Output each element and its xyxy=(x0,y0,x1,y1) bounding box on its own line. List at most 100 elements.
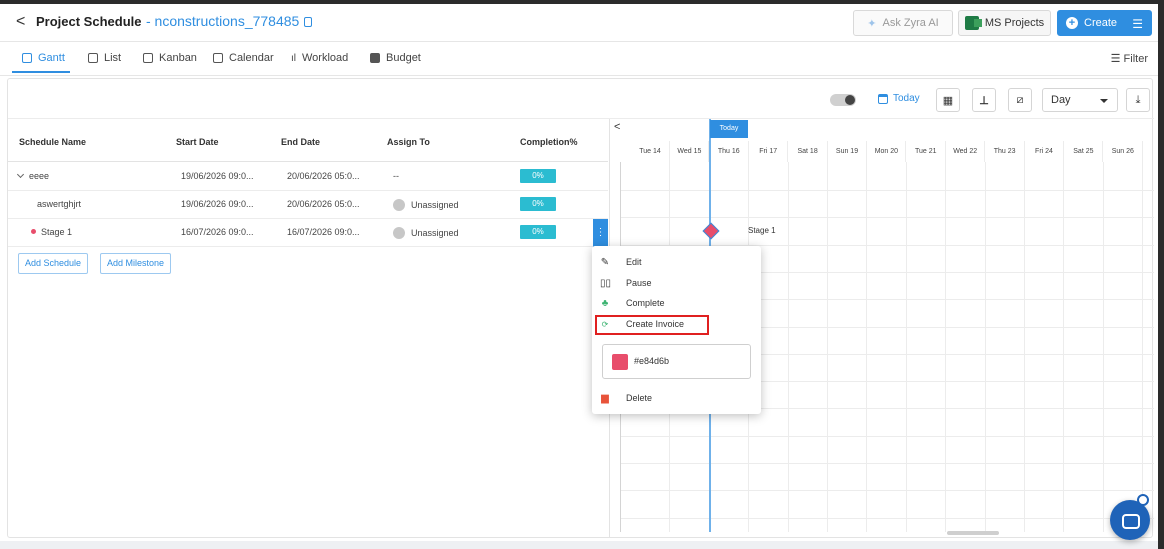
milestone-diamond[interactable] xyxy=(702,222,720,240)
ms-projects-button[interactable]: MS Projects xyxy=(958,10,1051,36)
tab-list[interactable]: List xyxy=(88,52,121,64)
assignee[interactable]: -- xyxy=(393,171,399,181)
timeline-prev-button[interactable]: < xyxy=(614,121,620,133)
col-completion: Completion% xyxy=(520,137,578,147)
tab-calendar[interactable]: Calendar xyxy=(213,52,274,64)
day-header: Mon 20 xyxy=(867,141,907,162)
add-milestone-button[interactable]: Add Milestone xyxy=(100,253,172,274)
ask-zyra-button[interactable]: ✦ Ask Zyra AI xyxy=(853,10,953,36)
tab-label: Calendar xyxy=(229,52,274,64)
project-name[interactable]: - nconstructions_778485 xyxy=(146,13,299,29)
calendar-icon: ▦ xyxy=(942,94,954,107)
assignee-label: Unassigned xyxy=(411,228,459,238)
end-date: 16/07/2026 09:0... xyxy=(287,227,360,237)
row-name: Stage 1 xyxy=(41,227,73,237)
color-hex-value: #e84d6b xyxy=(634,356,670,366)
copy-icon[interactable] xyxy=(304,17,313,27)
menu-item-complete[interactable]: ♣ Complete xyxy=(600,295,665,311)
col-assign-to: Assign To xyxy=(387,137,430,147)
day-header: Thu 16 xyxy=(710,141,749,162)
menu-label: Delete xyxy=(626,393,653,403)
schedule-name[interactable]: aswertghjrt xyxy=(37,199,81,209)
completion-badge: 0% xyxy=(520,169,556,183)
highlight-box xyxy=(595,315,709,335)
gantt-panel: Today ▦ ⊥ ⧄ Day ⤓ Schedule Name Start Da… xyxy=(7,78,1154,538)
tab-budget[interactable]: Budget xyxy=(370,52,421,64)
avatar-icon xyxy=(393,227,405,239)
today-button[interactable]: Today xyxy=(878,93,920,104)
color-swatch[interactable] xyxy=(612,354,628,370)
avatar-icon xyxy=(393,199,405,211)
tab-label: Gantt xyxy=(38,52,65,64)
day-header: Wed 15 xyxy=(670,141,710,162)
table-row[interactable]: eeee 19/06/2026 09:0... 20/06/2026 05:0.… xyxy=(8,163,608,191)
menu-icon[interactable]: ☰ xyxy=(1132,17,1143,31)
gantt-icon xyxy=(22,53,32,63)
day-header: Fri 24 xyxy=(1025,141,1064,162)
col-end-date: End Date xyxy=(281,137,321,147)
completion-badge: 0% xyxy=(520,225,556,239)
trash-icon: ▆ xyxy=(601,392,609,404)
chat-badge-icon xyxy=(1137,494,1149,506)
ask-zyra-label: Ask Zyra AI xyxy=(882,17,939,29)
table-row[interactable]: Stage 1 16/07/2026 09:0... 16/07/2026 09… xyxy=(8,219,608,247)
day-header: Sat 18 xyxy=(789,141,828,162)
grid-row-line xyxy=(620,490,1154,492)
filter-button[interactable]: ☰ Filter xyxy=(1111,52,1148,65)
project-name-link[interactable]: - nconstructions_778485 xyxy=(146,13,313,29)
day-header: Wed 22 xyxy=(946,141,986,162)
schedule-name[interactable]: eeee xyxy=(16,170,49,181)
sparkle-icon: ✦ xyxy=(867,17,877,30)
day-header: Sat 25 xyxy=(1064,141,1104,162)
link-off-button[interactable]: ⧄ xyxy=(1008,88,1032,112)
tab-gantt[interactable]: Gantt xyxy=(22,52,65,64)
day-header: Sun 26 xyxy=(1104,141,1143,162)
page-header: < Project Schedule - nconstructions_7784… xyxy=(0,4,1158,42)
pencil-icon: ✎ xyxy=(600,256,610,268)
grid-row-line xyxy=(620,217,1154,219)
page-title: Project Schedule xyxy=(36,14,142,29)
date-picker-button[interactable]: ▦ xyxy=(936,88,960,112)
bar-chart-icon: ⊥ xyxy=(979,94,989,107)
horizontal-scrollbar[interactable] xyxy=(947,531,999,535)
schedule-name[interactable]: Stage 1 xyxy=(31,227,72,237)
menu-item-delete[interactable]: ▆ Delete xyxy=(600,390,652,406)
row-context-menu: ✎ Edit ▯▯ Pause ♣ Complete ⟳ Create Invoice … xyxy=(592,246,761,414)
grid-row-line xyxy=(620,463,1154,464)
view-toggle[interactable] xyxy=(830,94,856,106)
tab-label: Workload xyxy=(302,52,349,64)
menu-item-edit[interactable]: ✎ Edit xyxy=(600,254,642,270)
day-header: Tue 14 xyxy=(631,141,670,162)
chart-button[interactable]: ⊥ xyxy=(972,88,996,112)
color-picker[interactable]: #e84d6b xyxy=(602,344,751,379)
table-row[interactable]: aswertghjrt 19/06/2026 09:0... 20/06/202… xyxy=(8,191,608,219)
milestone-dot-icon xyxy=(31,229,36,234)
end-date: 20/06/2026 05:0... xyxy=(287,199,360,209)
assignee[interactable]: Unassigned xyxy=(393,199,459,211)
start-date: 19/06/2026 09:0... xyxy=(181,171,254,181)
kanban-icon xyxy=(143,53,153,63)
chevron-down-icon[interactable] xyxy=(16,170,25,179)
create-button[interactable]: + Create ☰ xyxy=(1057,10,1152,36)
back-button[interactable]: < xyxy=(16,13,25,31)
col-schedule-name: Schedule Name xyxy=(19,137,87,147)
tab-kanban[interactable]: Kanban xyxy=(143,52,197,64)
add-schedule-button[interactable]: Add Schedule xyxy=(18,253,89,274)
assignee[interactable]: Unassigned xyxy=(393,227,459,239)
row-actions-kebab-icon[interactable]: ⋮ xyxy=(593,219,608,247)
pause-icon: ▯▯ xyxy=(600,277,612,289)
plus-icon: + xyxy=(1066,17,1078,29)
chat-support-button[interactable] xyxy=(1110,500,1150,540)
tab-label: List xyxy=(104,52,122,64)
menu-item-pause[interactable]: ▯▯ Pause xyxy=(600,275,652,291)
filter-label: Filter xyxy=(1123,53,1148,65)
filter-icon: ☰ xyxy=(1110,53,1124,65)
view-scale-select[interactable]: Day xyxy=(1042,88,1118,112)
download-button[interactable]: ⤓ xyxy=(1126,88,1150,112)
assignee-label: Unassigned xyxy=(411,200,459,210)
day-header: Fri 17 xyxy=(749,141,789,162)
end-date: 20/06/2026 05:0... xyxy=(287,171,360,181)
tab-workload[interactable]: ıl Workload xyxy=(291,52,348,64)
table-header: Schedule Name Start Date End Date Assign… xyxy=(8,119,608,162)
budget-icon xyxy=(370,53,380,63)
